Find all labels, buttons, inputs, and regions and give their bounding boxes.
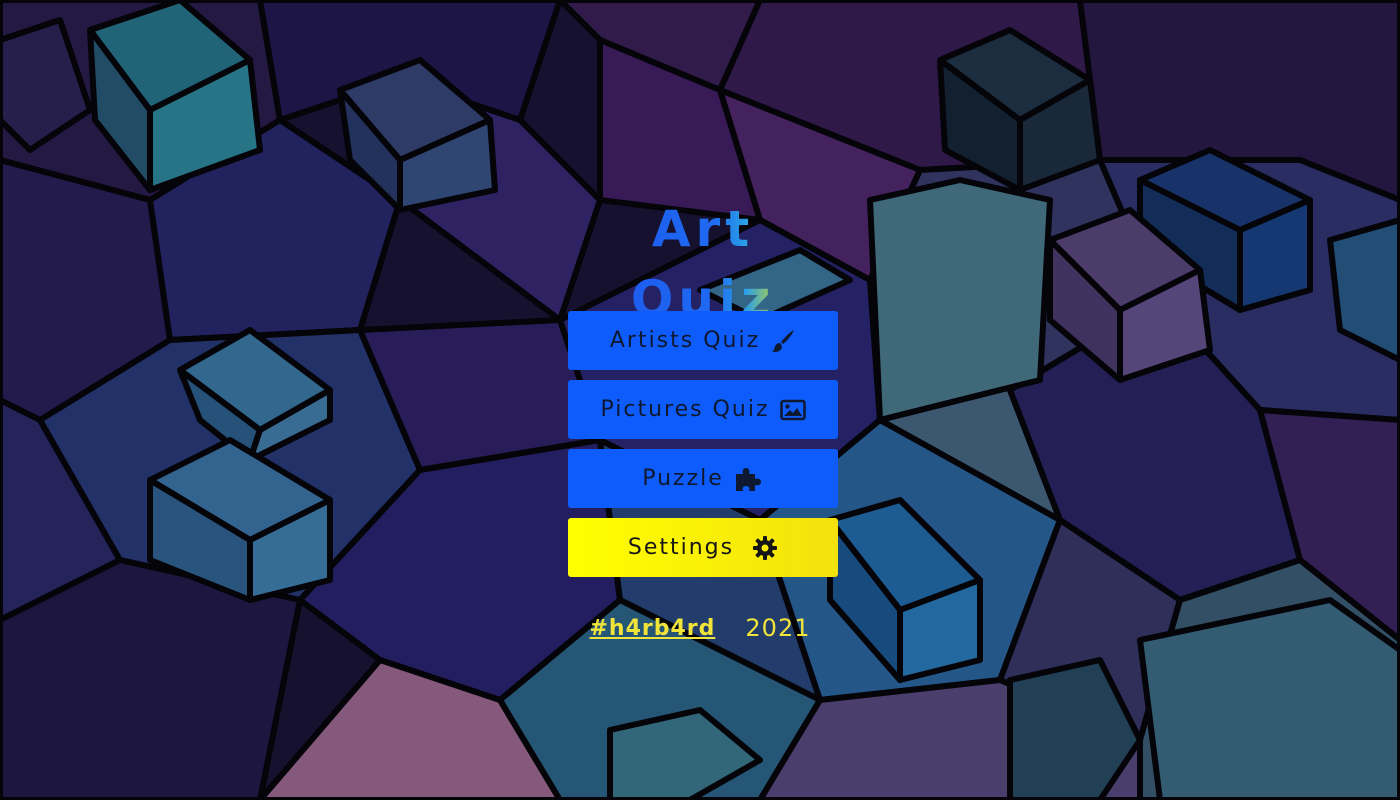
gear-icon [752, 535, 778, 561]
copyright-year: 2021 [745, 614, 811, 642]
paintbrush-icon [770, 328, 796, 354]
pictures-quiz-label: Pictures Quiz [600, 397, 770, 422]
artists-quiz-button[interactable]: Artists Quiz [568, 311, 838, 370]
main-menu: Artists Quiz Pictures Quiz Puzzle Settin… [568, 311, 838, 587]
puzzle-button[interactable]: Puzzle [568, 449, 838, 508]
puzzle-label: Puzzle [642, 466, 724, 491]
app-title-container: Art Quiz [596, 194, 810, 328]
footer: #h4rb4rd 2021 [0, 614, 1400, 642]
puzzle-piece-icon [734, 466, 764, 492]
image-icon [779, 399, 806, 421]
settings-button[interactable]: Settings [568, 518, 838, 577]
artists-quiz-label: Artists Quiz [609, 328, 761, 353]
author-link[interactable]: #h4rb4rd [590, 616, 716, 641]
pictures-quiz-button[interactable]: Pictures Quiz [568, 380, 838, 439]
settings-label: Settings [627, 535, 735, 560]
